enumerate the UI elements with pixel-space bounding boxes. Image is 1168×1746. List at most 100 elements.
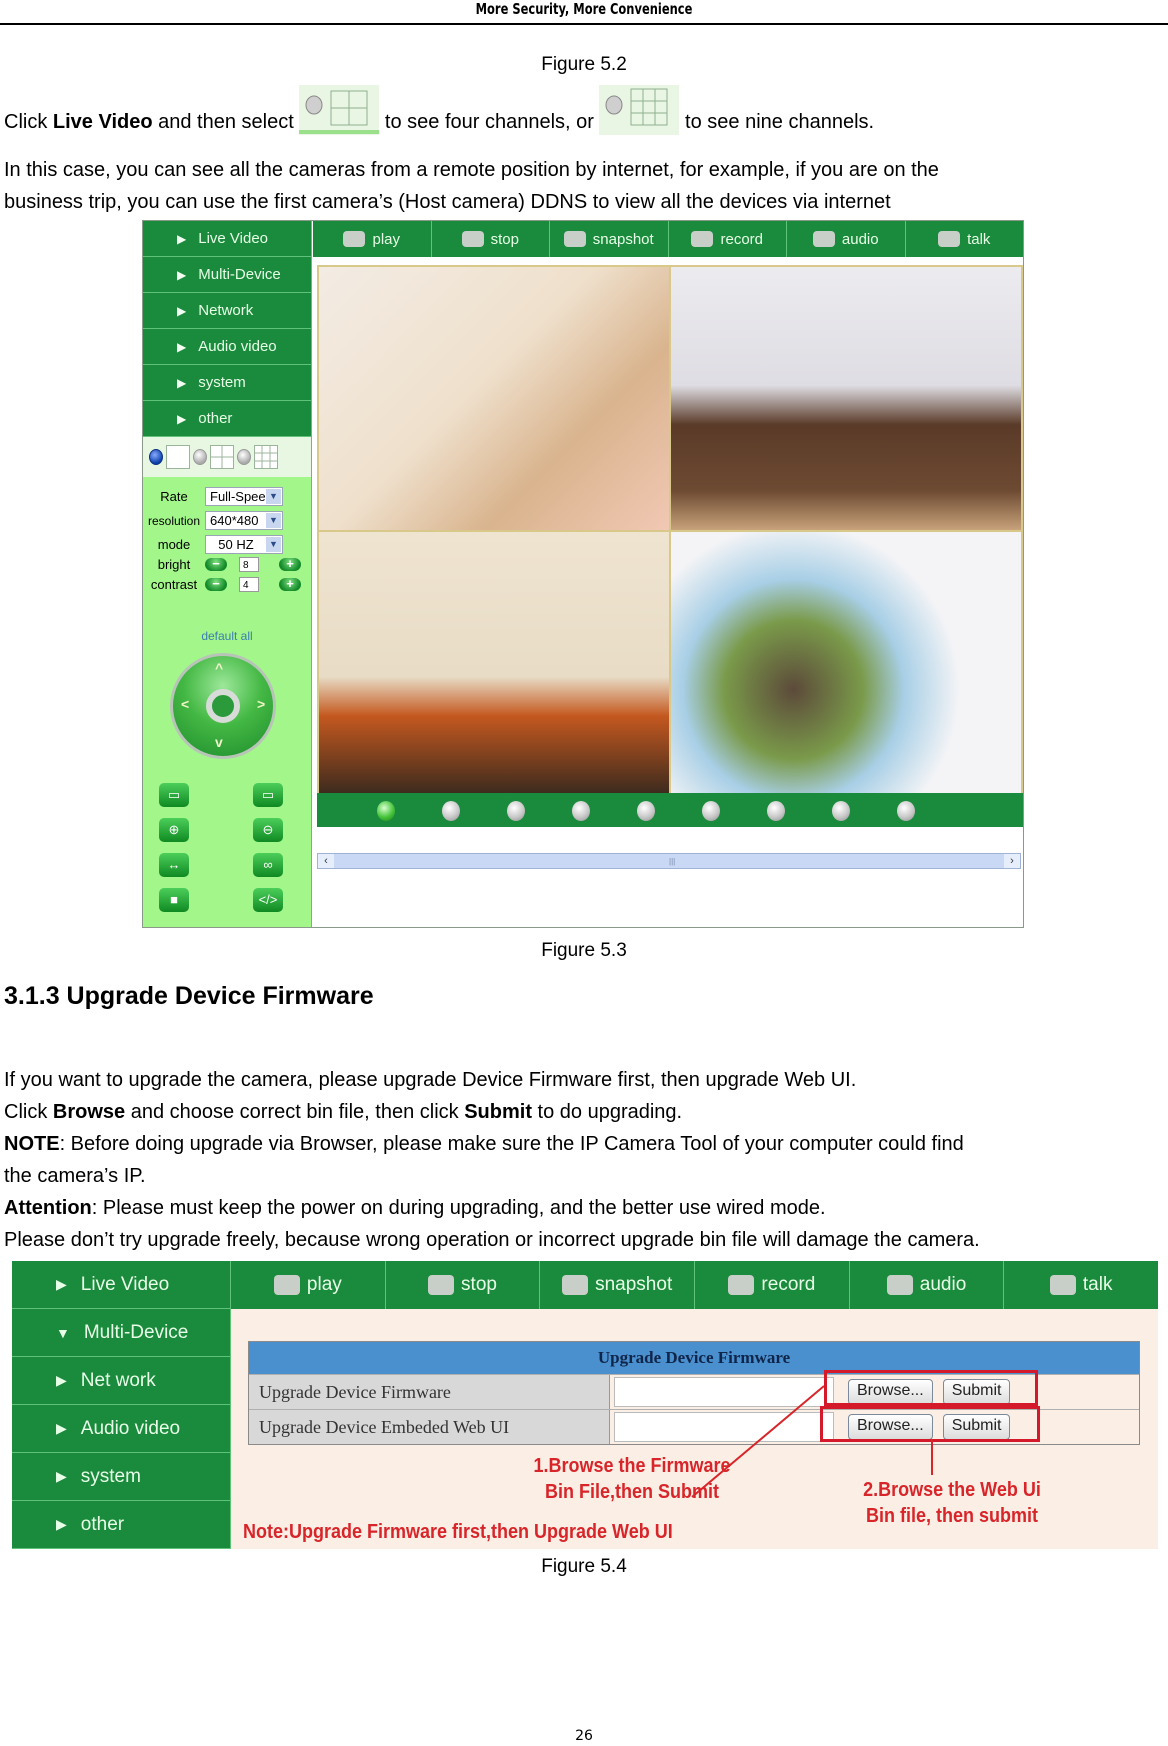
resolution-select[interactable]: 640*480 ▼ <box>205 511 283 530</box>
triangle-right-icon: ▶ <box>177 339 187 354</box>
audio-button[interactable]: audio <box>787 221 906 257</box>
mode-value: 50 HZ <box>218 537 254 552</box>
sidebar: ▶ Live Video ▶ Multi-Device ▶ Network ▶ Audio v… <box>143 221 312 927</box>
text: to do upgrading. <box>531 1101 683 1123</box>
pan-down-icon[interactable]: v <box>215 734 223 750</box>
layout-radio-nine[interactable] <box>237 449 251 465</box>
horizontal-patrol-button[interactable]: ↔ <box>159 853 189 877</box>
code-button[interactable]: </> <box>253 888 283 912</box>
channel-2-button[interactable] <box>442 801 460 821</box>
default-all-link[interactable]: default all <box>143 629 311 643</box>
channel-3-button[interactable] <box>507 801 525 821</box>
record-button[interactable]: record <box>669 221 787 257</box>
pan-right-icon[interactable]: > <box>257 696 265 712</box>
text: to see four channels, or <box>384 111 600 133</box>
channel-5-button[interactable] <box>637 801 655 821</box>
channel-6-button[interactable] <box>702 801 720 821</box>
layout-radio-single[interactable] <box>149 449 163 465</box>
text: : Please must keep the power on during u… <box>91 1197 826 1219</box>
bright-decrease-button[interactable]: − <box>205 557 227 571</box>
stop-patrol-button[interactable]: ■ <box>159 888 189 912</box>
toolbar-label: play <box>372 230 401 248</box>
text: and choose correct bin file, then click <box>125 1101 465 1123</box>
submit-term: Submit <box>464 1101 532 1123</box>
channel-7-button[interactable] <box>767 801 785 821</box>
channel-8-button[interactable] <box>832 801 850 821</box>
stop-button[interactable]: stop <box>432 221 550 257</box>
figure-5-2-caption: Figure 5.2 <box>541 54 627 75</box>
sidebar-item-label: Multi-Device <box>198 266 281 283</box>
sidebar-item-label: Network <box>198 302 254 319</box>
live-video-term: Live Video <box>52 111 153 133</box>
sidebar-item-multi-device[interactable]: ▶ Multi-Device <box>143 257 311 293</box>
sidebar-item-label: system <box>198 374 246 391</box>
section-paragraph-1: If you want to upgrade the camera, pleas… <box>4 1069 857 1091</box>
bright-increase-button[interactable]: + <box>279 557 301 571</box>
section-paragraph-2: Click Browse and choose correct bin file… <box>4 1096 682 1128</box>
section-note: NOTE: Before doing upgrade via Browser, … <box>4 1128 964 1160</box>
bright-label: bright <box>157 557 191 572</box>
horizontal-scrollbar[interactable]: ‹ ||| › <box>317 853 1021 869</box>
section-heading: 3.1.3 Upgrade Device Firmware <box>4 982 374 1010</box>
annotation-text: Bin File,then Submit <box>544 1481 720 1503</box>
flip-button[interactable]: ▭ <box>159 783 189 807</box>
scroll-thumb[interactable]: ||| <box>669 857 675 866</box>
sidebar-item-label: other <box>198 410 233 427</box>
bright-value[interactable]: 8 <box>239 557 259 572</box>
contrast-value[interactable]: 4 <box>239 577 259 592</box>
ptz-center-button[interactable] <box>206 689 240 723</box>
sidebar-item-live-video[interactable]: ▶ Live Video <box>143 221 311 257</box>
scroll-left-button[interactable]: ‹ <box>318 854 334 868</box>
contrast-decrease-button[interactable]: − <box>205 577 227 591</box>
chevron-down-icon: ▼ <box>266 537 281 552</box>
rate-row: Rate Full-Spee ▼ <box>143 487 311 506</box>
annotation-step-1: 1.Browse the Firmware Bin File,then Subm… <box>497 1453 767 1505</box>
contrast-increase-button[interactable]: + <box>279 577 301 591</box>
talk-button[interactable]: talk <box>906 221 1024 257</box>
annotation-text: Bin file, then submit <box>865 1505 1039 1527</box>
section-note-cont: the camera’s IP. <box>4 1165 146 1187</box>
layout-radio-four[interactable] <box>193 449 207 465</box>
sidebar-item-audio-video[interactable]: ▶ Audio video <box>143 329 311 365</box>
rate-select[interactable]: Full-Spee ▼ <box>205 487 283 506</box>
sidebar-item-network[interactable]: ▶ Network <box>143 293 311 329</box>
sidebar-item-other[interactable]: ▶ other <box>143 401 311 437</box>
channel-4-button[interactable] <box>572 801 590 821</box>
channel-1-button[interactable] <box>377 801 395 821</box>
ptz-control-pad[interactable]: ^ v < > <box>170 653 276 759</box>
annotation-step-2: 2.Browse the Web Ui Bin file, then submi… <box>844 1477 1060 1529</box>
camera-view-4-plant[interactable] <box>671 532 1021 795</box>
camera-view-2-living-room[interactable] <box>671 267 1021 530</box>
channel-9-button[interactable] <box>897 801 915 821</box>
triangle-right-icon: ▶ <box>177 267 187 282</box>
mode-select[interactable]: 50 HZ ▼ <box>205 535 283 554</box>
section-warning: Please don’t try upgrade freely, because… <box>4 1229 980 1251</box>
snapshot-button[interactable]: snapshot <box>550 221 669 257</box>
browse-term: Browse <box>52 1101 126 1123</box>
pan-left-icon[interactable]: < <box>181 696 189 712</box>
sidebar-item-system[interactable]: ▶ system <box>143 365 311 401</box>
text: Click <box>4 111 53 133</box>
nine-channel-layout-icon <box>599 84 680 135</box>
camera-view-3-bathroom[interactable] <box>319 532 669 795</box>
intro-line-1: Click Live Video and then select to see … <box>4 84 874 138</box>
camera-view-1-family[interactable] <box>319 267 669 530</box>
triangle-right-icon: ▶ <box>177 411 187 426</box>
headphones-icon <box>812 231 835 247</box>
mirror-button[interactable]: ▭ <box>253 783 283 807</box>
scroll-right-button[interactable]: › <box>1004 854 1020 868</box>
play-button[interactable]: play <box>313 221 432 257</box>
attention-label: Attention <box>4 1197 92 1219</box>
toolbar-label: snapshot <box>592 230 654 248</box>
zoom-in-button[interactable]: ⊕ <box>159 818 189 842</box>
stop-icon <box>461 231 484 247</box>
section-attention: Attention: Please must keep the power on… <box>4 1192 826 1224</box>
video-toolbar: play stop snapshot record audio talk <box>313 221 1023 257</box>
toolbar-label: record <box>720 230 764 248</box>
intro-line-3: business trip, you can use the first cam… <box>4 191 891 213</box>
pan-up-icon[interactable]: ^ <box>215 660 223 676</box>
zoom-out-button[interactable]: ⊖ <box>253 818 283 842</box>
resolution-row: resolution 640*480 ▼ <box>143 511 311 530</box>
header-divider <box>0 23 1168 25</box>
loop-button[interactable]: ∞ <box>253 853 283 877</box>
